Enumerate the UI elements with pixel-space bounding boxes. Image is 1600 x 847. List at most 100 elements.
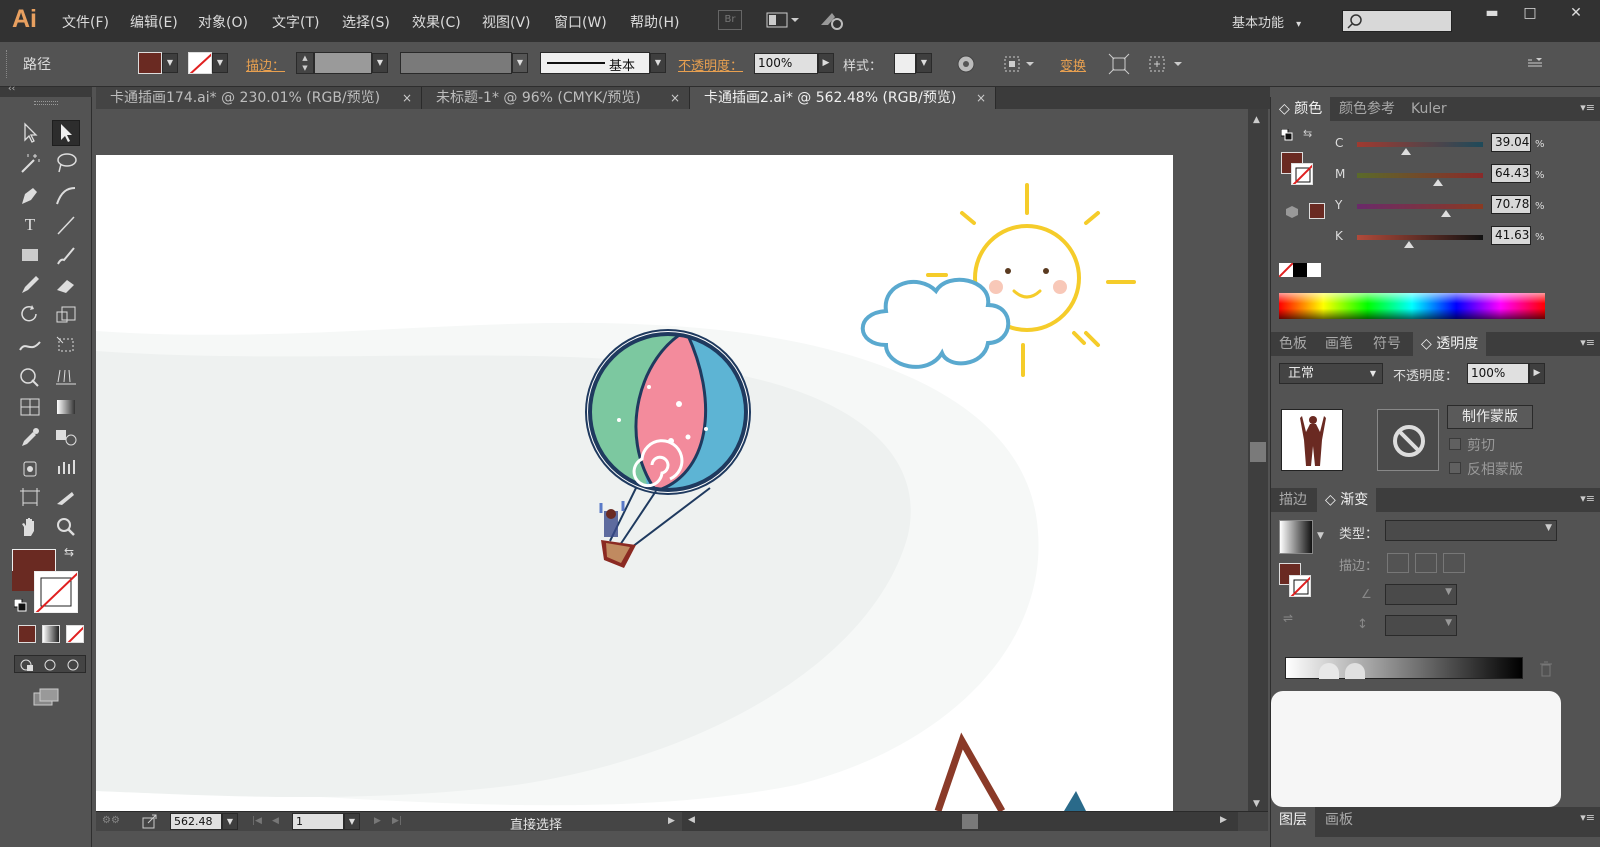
column-graph-tool-icon[interactable] — [52, 454, 80, 480]
share-icon[interactable] — [142, 814, 158, 830]
scroll-down-icon[interactable]: ▼ — [1253, 799, 1260, 809]
tab-color-guide[interactable]: 颜色参考 — [1331, 97, 1403, 121]
channel-m-input[interactable]: 64.43 — [1491, 164, 1531, 183]
stroke-swatch[interactable] — [188, 52, 212, 74]
blend-mode-select[interactable]: 正常 ▼ — [1279, 363, 1383, 384]
align-to-icon[interactable] — [1002, 54, 1036, 74]
stroke-weight-dropdown[interactable]: ▼ — [372, 53, 388, 73]
menu-window[interactable]: 窗口(W) — [554, 12, 607, 32]
width-tool-icon[interactable] — [16, 332, 44, 358]
workspace-switcher[interactable]: 基本功能 ▾ — [1232, 12, 1301, 31]
control-bar-menu-icon[interactable] — [1526, 56, 1546, 70]
slice-tool-icon[interactable] — [52, 484, 80, 510]
tools-panel-header[interactable]: ‹‹ — [0, 84, 92, 97]
panel-menu-icon[interactable]: ▾≡ — [1580, 101, 1595, 114]
swap-fill-stroke-icon[interactable]: ⇆ — [64, 545, 74, 559]
channel-k-input[interactable]: 41.63 — [1491, 226, 1531, 245]
rectangle-tool-icon[interactable] — [16, 242, 44, 268]
collapse-icon[interactable]: ‹‹ — [8, 84, 15, 94]
gradient-stroke-swatch[interactable] — [1289, 575, 1311, 597]
menu-file[interactable]: 文件(F) — [62, 12, 109, 32]
channel-k-slider[interactable] — [1357, 235, 1483, 240]
gamut-swatch[interactable] — [1309, 203, 1325, 219]
blend-tool-icon[interactable] — [52, 424, 80, 450]
gradient-type-select[interactable]: ▼ — [1385, 520, 1557, 541]
direct-selection-tool-icon[interactable] — [52, 120, 80, 146]
tab-document-2[interactable]: 未标题-1* @ 96% (CMYK/预览) × — [422, 87, 690, 109]
tab-artboards[interactable]: 画板 — [1317, 807, 1361, 837]
tab-layers[interactable]: 图层 — [1271, 807, 1315, 837]
free-transform-tool-icon[interactable] — [52, 332, 80, 358]
object-options-icon[interactable] — [1146, 53, 1186, 75]
brush-dropdown[interactable]: ▼ — [650, 53, 666, 73]
tab-gradient[interactable]: ◇ 渐变 — [1317, 488, 1377, 512]
tab-swatches[interactable]: 色板 — [1271, 332, 1315, 356]
zoom-dropdown[interactable]: ▼ — [222, 813, 238, 830]
artboard-tool-icon[interactable] — [16, 484, 44, 510]
opacity-slider-toggle[interactable]: ▶ — [1529, 363, 1545, 384]
gradient-stop-start[interactable] — [1319, 663, 1339, 679]
tab-brushes[interactable]: 画笔 — [1317, 332, 1361, 356]
variable-width-profile[interactable] — [400, 52, 512, 74]
channel-y-slider[interactable] — [1357, 204, 1483, 209]
menu-edit[interactable]: 编辑(E) — [130, 12, 178, 32]
line-tool-icon[interactable] — [52, 212, 80, 238]
stroke-along-icon[interactable] — [1415, 553, 1437, 573]
menu-view[interactable]: 视图(V) — [482, 12, 531, 32]
zoom-level-input[interactable]: 562.48 — [170, 813, 222, 830]
symbol-sprayer-tool-icon[interactable] — [16, 454, 44, 480]
isolate-selected-icon[interactable] — [1108, 53, 1130, 75]
grip-handle[interactable] — [6, 50, 9, 78]
gradient-mode-icon[interactable] — [42, 625, 60, 643]
fill-dropdown[interactable]: ▼ — [162, 53, 178, 73]
grip-handle[interactable] — [34, 101, 58, 105]
aspect-ratio-input[interactable]: ▼ — [1385, 615, 1457, 636]
eyedropper-tool-icon[interactable] — [16, 424, 44, 450]
tab-kuler[interactable]: Kuler — [1403, 97, 1455, 121]
none-color-icon[interactable] — [1279, 263, 1293, 277]
gradient-stop-end[interactable] — [1345, 663, 1365, 679]
scroll-left-icon[interactable]: ◀ — [688, 815, 695, 825]
tab-document-3[interactable]: 卡通插画2.ai* @ 562.48% (RGB/预览) × — [690, 87, 996, 109]
channel-y-input[interactable]: 70.78 — [1491, 195, 1531, 214]
brush-definition[interactable]: 基本 — [540, 52, 650, 74]
stroke-color-swatch[interactable] — [34, 571, 78, 613]
gradient-tool-icon[interactable] — [52, 394, 80, 420]
opacity-input[interactable]: 100% — [754, 53, 818, 74]
mask-thumbnail[interactable] — [1377, 409, 1439, 471]
bridge-icon[interactable]: Br — [718, 10, 742, 30]
channel-k-thumb[interactable] — [1404, 241, 1415, 248]
pencil-tool-icon[interactable] — [16, 272, 44, 298]
hand-tool-icon[interactable] — [16, 514, 44, 540]
next-artboard-icon[interactable]: ▶ — [374, 816, 381, 826]
minimize-button[interactable]: ▬ — [1474, 0, 1510, 26]
white-color-icon[interactable] — [1307, 263, 1321, 277]
transform-panel-link[interactable]: 变换 — [1060, 55, 1086, 74]
tab-stroke[interactable]: 描边 — [1271, 488, 1315, 512]
none-mode-icon[interactable] — [66, 625, 84, 643]
delete-stop-icon[interactable] — [1539, 661, 1553, 677]
channel-c-slider[interactable] — [1357, 142, 1483, 147]
panel-menu-icon[interactable]: ▾≡ — [1580, 492, 1595, 505]
angle-input[interactable]: ▼ — [1385, 584, 1457, 605]
scroll-thumb[interactable] — [1250, 442, 1266, 462]
channel-y-thumb[interactable] — [1441, 210, 1452, 217]
color-spectrum[interactable] — [1279, 293, 1545, 319]
artboard-number-input[interactable]: 1 — [292, 813, 344, 830]
tab-color[interactable]: ◇ 颜色 — [1271, 97, 1331, 121]
recolor-artwork-icon[interactable] — [955, 53, 977, 75]
channel-c-thumb[interactable] — [1401, 148, 1412, 155]
curvature-tool-icon[interactable] — [52, 182, 80, 208]
stroke-weight-input[interactable] — [314, 52, 372, 74]
invert-mask-checkbox[interactable] — [1449, 462, 1461, 474]
swap-colors-icon[interactable]: ⇆ — [1303, 127, 1312, 140]
arrange-documents-icon[interactable] — [766, 10, 800, 30]
close-button[interactable]: ✕ — [1552, 0, 1600, 26]
clip-checkbox[interactable] — [1449, 438, 1461, 450]
vertical-scrollbar[interactable]: ▲ ▼ — [1248, 109, 1268, 811]
tab-transparency[interactable]: ◇ 透明度 — [1413, 332, 1487, 356]
scroll-up-icon[interactable]: ▲ — [1253, 115, 1260, 125]
rotate-tool-icon[interactable] — [16, 302, 44, 328]
stroke-within-icon[interactable] — [1387, 553, 1409, 573]
reverse-gradient-icon[interactable]: ⇌ — [1283, 611, 1303, 631]
